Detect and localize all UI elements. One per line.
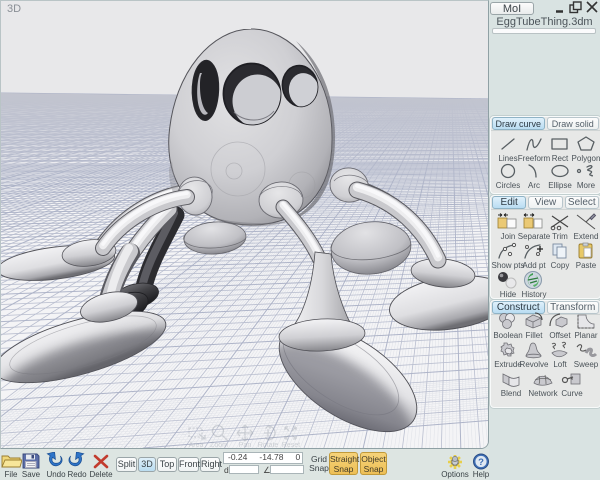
svg-text:Rotate: Rotate (258, 442, 279, 448)
svg-text:Reset: Reset (282, 442, 300, 448)
svg-text:Zoom: Zoom (210, 442, 228, 448)
svg-text:?: ? (478, 457, 484, 468)
svg-text:Area: Area (189, 442, 204, 448)
svg-text:Pan: Pan (239, 442, 252, 448)
